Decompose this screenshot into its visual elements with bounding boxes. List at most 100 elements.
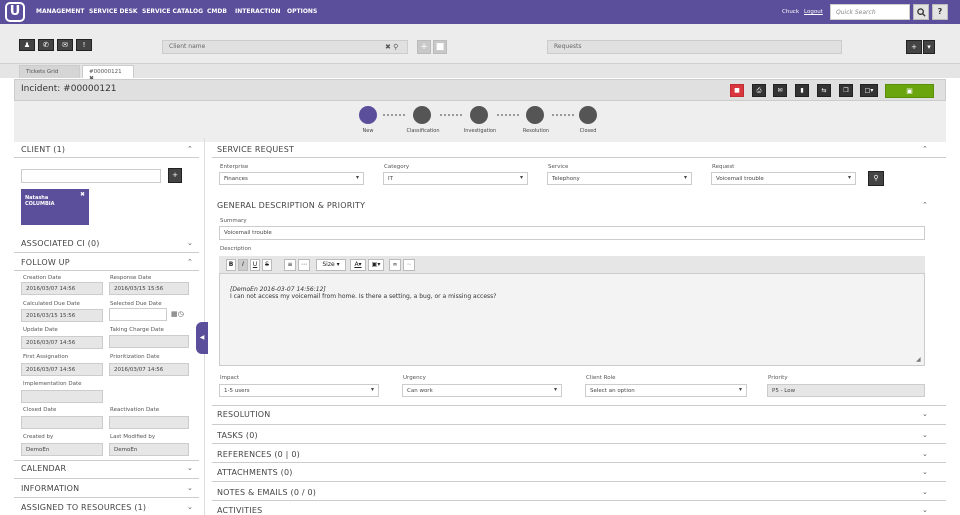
client-search-input[interactable] bbox=[21, 169, 161, 183]
strikethrough-button[interactable]: S bbox=[262, 259, 272, 271]
chevron-up-icon[interactable]: ⌃ bbox=[922, 201, 928, 209]
urgency-select[interactable]: Can work ▾ bbox=[402, 384, 562, 397]
email-ticket-button[interactable]: ✉ bbox=[773, 84, 787, 97]
underline-button[interactable]: U bbox=[250, 259, 260, 271]
client-role-select[interactable]: Select an option ▾ bbox=[585, 384, 747, 397]
attachments-section-title[interactable]: ATTACHMENTS (0) bbox=[217, 468, 293, 477]
follow-up-title[interactable]: FOLLOW UP bbox=[21, 258, 70, 267]
enterprise-value: Finances bbox=[224, 176, 248, 182]
category-select[interactable]: IT ▾ bbox=[383, 172, 528, 185]
close-icon[interactable]: ✖ bbox=[80, 191, 85, 198]
chevron-up-icon[interactable]: ⌃ bbox=[187, 145, 193, 153]
chevron-down-icon[interactable]: ⌄ bbox=[922, 488, 928, 496]
unlink-button[interactable]: ∼ bbox=[403, 259, 415, 271]
help-button[interactable]: ? bbox=[932, 4, 948, 20]
link-button[interactable]: ∞ bbox=[389, 259, 401, 271]
enterprise-select[interactable]: Finances ▾ bbox=[219, 172, 364, 185]
ordered-list-button[interactable]: ≡ bbox=[284, 259, 296, 271]
chevron-left-icon: ◀ bbox=[199, 334, 205, 341]
requests-input[interactable]: Requests bbox=[547, 40, 842, 54]
app-logo[interactable]: U bbox=[5, 2, 25, 22]
workflow-step-resolution[interactable] bbox=[526, 106, 544, 124]
logout-link[interactable]: Logout bbox=[804, 0, 823, 24]
email-button[interactable]: ✉ bbox=[57, 39, 73, 51]
italic-button[interactable]: I bbox=[238, 259, 248, 271]
workflow-step-new[interactable] bbox=[359, 106, 377, 124]
editor-content[interactable]: [DemoEn 2016-03-07 14:56:12] I can not a… bbox=[230, 286, 496, 300]
general-description-title[interactable]: GENERAL DESCRIPTION & PRIORITY bbox=[217, 201, 365, 210]
tasks-section-title[interactable]: TASKS (0) bbox=[217, 431, 258, 440]
chevron-up-icon[interactable]: ⌃ bbox=[922, 145, 928, 153]
chevron-down-icon[interactable]: ⌄ bbox=[922, 450, 928, 458]
bold-button[interactable]: B bbox=[226, 259, 236, 271]
client-card[interactable]: Natasha COLUMBIA ✖ bbox=[21, 189, 89, 225]
quick-search-input[interactable]: Quick Search bbox=[830, 4, 910, 20]
client-details-button[interactable]: ■ bbox=[433, 40, 447, 54]
request-select[interactable]: Voicemail trouble ▾ bbox=[711, 172, 856, 185]
chevron-down-icon[interactable]: ⌄ bbox=[187, 503, 193, 511]
tab-incident[interactable]: #00000121 ✖ bbox=[82, 65, 134, 82]
save-button[interactable]: ▣ bbox=[885, 84, 934, 98]
activities-section-title[interactable]: ACTIVITIES bbox=[217, 506, 262, 515]
summary-input[interactable]: Voicemail trouble bbox=[219, 226, 925, 240]
delete-button[interactable]: ■ bbox=[730, 84, 744, 97]
note-button[interactable]: ▮ bbox=[795, 84, 809, 97]
collapse-panel-button[interactable]: ◀ bbox=[196, 322, 208, 354]
workflow-step-investigation[interactable] bbox=[470, 106, 488, 124]
calendar-section-title[interactable]: CALENDAR bbox=[21, 464, 66, 473]
text-color-button[interactable]: A▾ bbox=[350, 259, 366, 271]
close-icon[interactable]: ✖ bbox=[385, 43, 391, 51]
clear-search-icons[interactable]: ✖ ⚲ bbox=[385, 40, 405, 54]
request-search-button[interactable]: ⚲ bbox=[868, 171, 884, 186]
alert-button[interactable]: ! bbox=[76, 39, 92, 51]
workflow-step-classification[interactable] bbox=[413, 106, 431, 124]
divider bbox=[212, 443, 946, 444]
new-ticket-dropdown[interactable]: ▾ bbox=[923, 40, 935, 54]
chevron-down-icon[interactable]: ⌄ bbox=[187, 484, 193, 492]
menu-interaction[interactable]: INTERACTION bbox=[235, 0, 281, 24]
font-size-select[interactable]: Size ▾ bbox=[316, 259, 346, 271]
associated-ci-title[interactable]: ASSOCIATED CI (0) bbox=[21, 239, 100, 248]
menu-cmdb[interactable]: CMDB bbox=[207, 0, 227, 24]
menu-service-desk[interactable]: SERVICE DESK bbox=[89, 0, 138, 24]
menu-management[interactable]: MANAGEMENT bbox=[36, 0, 85, 24]
search-icon[interactable]: ⚲ bbox=[393, 43, 398, 51]
service-request-title[interactable]: SERVICE REQUEST bbox=[217, 145, 294, 154]
impact-value: 1-5 users bbox=[224, 388, 250, 394]
add-client-button[interactable]: + bbox=[168, 168, 182, 183]
chevron-down-icon[interactable]: ⌄ bbox=[922, 410, 928, 418]
chevron-down-icon[interactable]: ⌄ bbox=[187, 464, 193, 472]
background-color-button[interactable]: ▣▾ bbox=[368, 259, 384, 271]
client-section-title[interactable]: CLIENT (1) bbox=[21, 145, 65, 154]
new-ticket-button[interactable]: + bbox=[906, 40, 922, 54]
chevron-up-icon[interactable]: ⌃ bbox=[187, 258, 193, 266]
information-section-title[interactable]: INFORMATION bbox=[21, 484, 79, 493]
user-button[interactable]: ♟ bbox=[19, 39, 35, 51]
assigned-resources-title[interactable]: ASSIGNED TO RESOURCES (1) bbox=[21, 503, 146, 512]
phone-button[interactable]: ✆ bbox=[38, 39, 54, 51]
chevron-down-icon[interactable]: ⌄ bbox=[922, 468, 928, 476]
service-select[interactable]: Telephony ▾ bbox=[547, 172, 692, 185]
resolution-section-title[interactable]: RESOLUTION bbox=[217, 410, 270, 419]
chevron-down-icon[interactable]: ⌄ bbox=[922, 506, 928, 514]
notes-emails-section-title[interactable]: NOTES & EMAILS (0 / 0) bbox=[217, 488, 316, 497]
link-button[interactable]: ⇆ bbox=[817, 84, 831, 97]
menu-options[interactable]: OPTIONS bbox=[287, 0, 317, 24]
search-button[interactable] bbox=[913, 4, 929, 20]
file-menu-button[interactable]: □▾ bbox=[860, 84, 878, 97]
menu-service-catalog[interactable]: SERVICE CATALOG bbox=[142, 0, 203, 24]
unordered-list-button[interactable]: ⋯ bbox=[298, 259, 310, 271]
chevron-down-icon[interactable]: ⌄ bbox=[922, 431, 928, 439]
impact-select[interactable]: 1-5 users ▾ bbox=[219, 384, 379, 397]
workflow-step-closed[interactable] bbox=[579, 106, 597, 124]
client-name-input[interactable]: Client name bbox=[162, 40, 408, 54]
tab-tickets-grid[interactable]: Tickets Grid bbox=[19, 65, 80, 78]
add-client-button[interactable]: + bbox=[417, 40, 431, 54]
print-button[interactable]: ⎙ bbox=[752, 84, 766, 97]
resize-handle-icon[interactable]: ◢ bbox=[916, 356, 921, 363]
calendar-clock-icon[interactable]: ▦◷ bbox=[171, 310, 184, 318]
chevron-down-icon[interactable]: ⌄ bbox=[187, 239, 193, 247]
copy-button[interactable]: ❐ bbox=[839, 84, 853, 97]
selected-due-date-input[interactable] bbox=[109, 308, 167, 321]
references-section-title[interactable]: REFERENCES (0 | 0) bbox=[217, 450, 300, 459]
